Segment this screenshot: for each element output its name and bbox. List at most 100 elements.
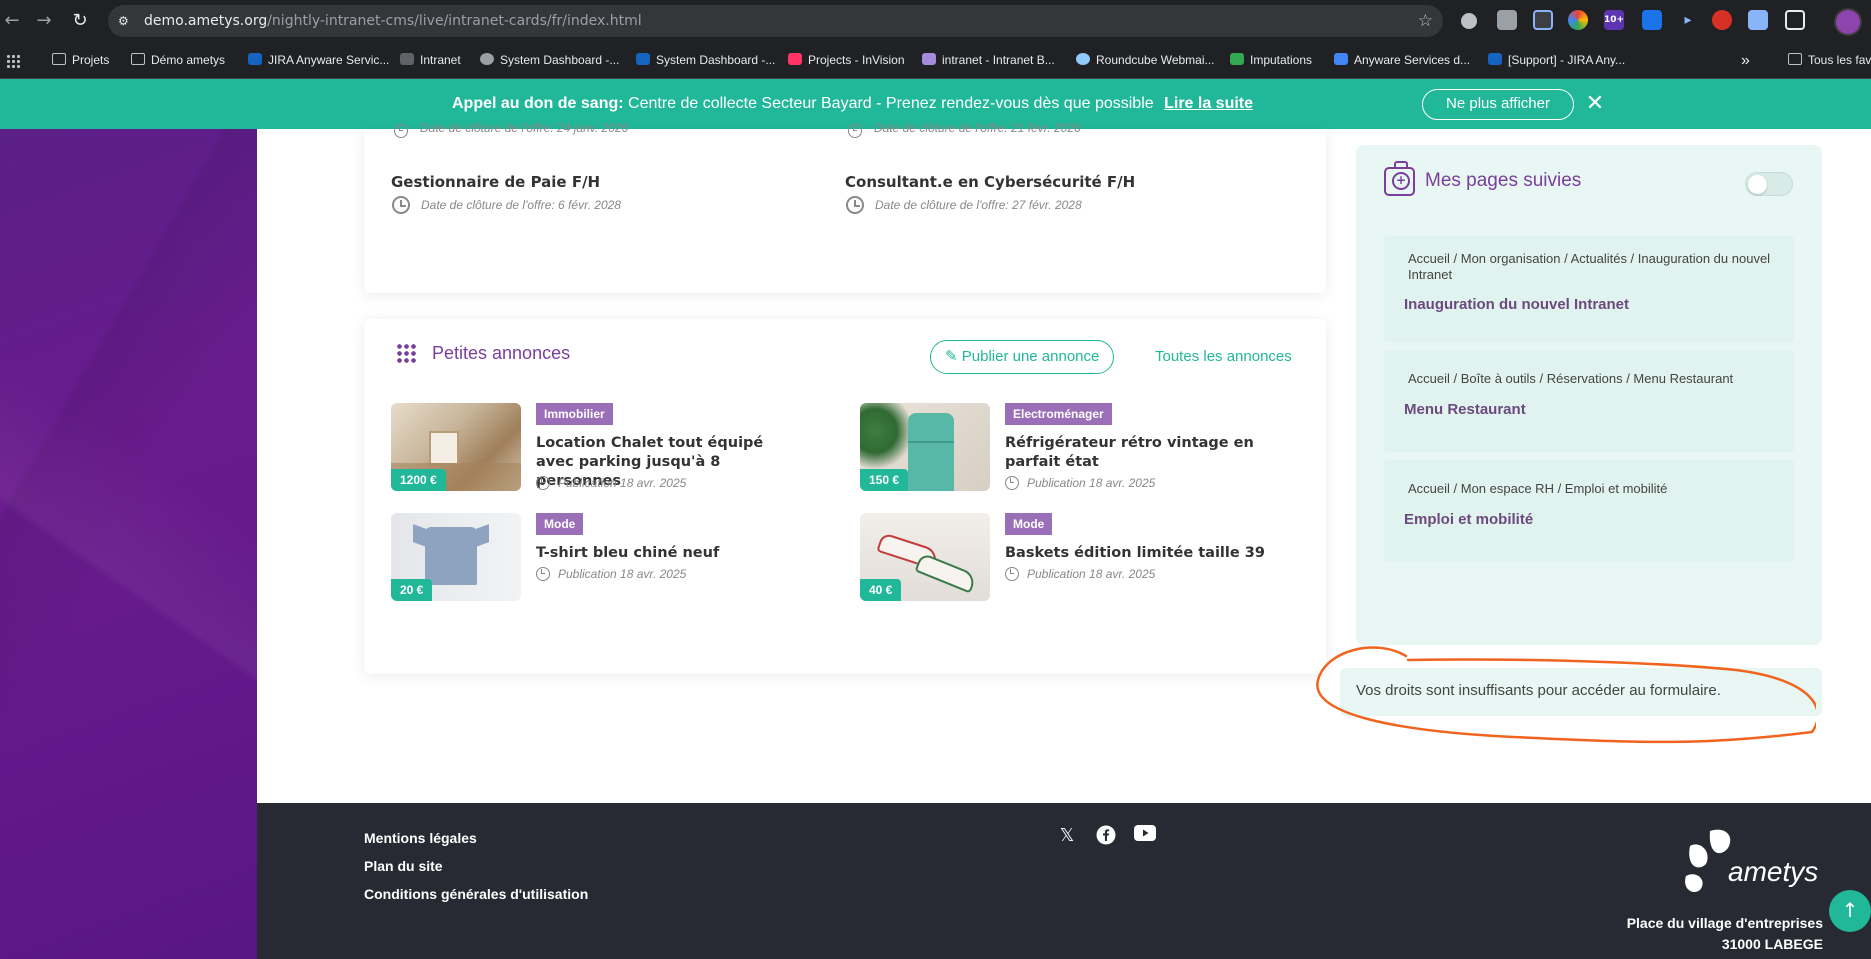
clock-icon	[536, 567, 550, 581]
ad-category-badge: Immobilier	[536, 403, 613, 425]
folder-icon	[52, 53, 66, 65]
bookmark-item[interactable]: Intranet	[400, 42, 461, 79]
red-extension-icon[interactable]	[1712, 10, 1732, 30]
bookmark-item[interactable]: Projets	[52, 42, 109, 79]
followed-page-item[interactable]: Accueil / Mon espace RH / Emploi et mobi…	[1384, 460, 1794, 562]
bookmark-star-icon[interactable]: ☆	[1418, 11, 1433, 31]
url-text: demo.ametys.org/nightly-intranet-cms/liv…	[144, 13, 642, 29]
ametys-logo[interactable]: ametys	[1680, 826, 1825, 898]
anyware-icon	[1334, 53, 1348, 65]
bookmark-other-folder[interactable]: Tous les fav	[1788, 42, 1871, 79]
clock-icon	[1005, 476, 1019, 490]
bookmark-item[interactable]: Démo ametys	[131, 42, 225, 79]
bookmarks-bar: Projets Démo ametys JIRA Anyware Servic.…	[0, 42, 1871, 79]
classified-ads-card: Petites annonces ✎ Publier une annonce T…	[364, 319, 1326, 674]
ad-publication-date: Publication 18 avr. 2025	[558, 476, 687, 490]
follow-toggle[interactable]	[1745, 172, 1793, 196]
followed-page-item[interactable]: Accueil / Boîte à outils / Réservations …	[1384, 350, 1794, 452]
ad-image[interactable]: 1200 €	[391, 403, 521, 491]
close-icon[interactable]: ✕	[1584, 91, 1606, 117]
followed-pages-icon	[1384, 161, 1415, 196]
bookmark-item[interactable]: JIRA Anyware Servic...	[248, 42, 389, 79]
dots-grid-icon	[396, 343, 418, 365]
clock-icon	[846, 196, 864, 214]
invision-icon	[788, 53, 802, 65]
browser-toolbar: ← → ↻ ⚙ demo.ametys.org/nightly-intranet…	[0, 0, 1871, 42]
bookmark-item[interactable]: Roundcube Webmai...	[1076, 42, 1215, 79]
job-offers-card: Date de clôture de l'offre: 24 janv. 202…	[364, 121, 1326, 293]
extension-icon[interactable]	[1461, 13, 1477, 29]
followed-page-title[interactable]: Menu Restaurant	[1404, 401, 1526, 418]
play-extension-icon[interactable]: ▸	[1678, 10, 1698, 30]
ad-price: 40 €	[860, 579, 902, 601]
followed-page-title[interactable]: Emploi et mobilité	[1404, 511, 1533, 528]
ad-title-link[interactable]: Baskets édition limitée taille 39	[1005, 544, 1295, 563]
ad-image[interactable]: 40 €	[860, 513, 990, 601]
bookmark-item[interactable]: Anyware Services d...	[1334, 42, 1470, 79]
sitemap-link[interactable]: Plan du site	[364, 858, 443, 874]
banner-read-more-link[interactable]: Lire la suite	[1164, 95, 1253, 112]
ad-title-link[interactable]: Réfrigérateur rétro vintage en parfait é…	[1005, 434, 1295, 472]
terms-link[interactable]: Conditions générales d'utilisation	[364, 886, 588, 902]
clock-icon	[1005, 567, 1019, 581]
ad-image[interactable]: 20 €	[391, 513, 521, 601]
jira-icon	[636, 53, 650, 65]
bookmark-item[interactable]: Imputations	[1230, 42, 1312, 79]
jira-icon	[248, 53, 262, 65]
x-twitter-icon[interactable]: 𝕏	[1056, 825, 1078, 847]
color-extension-icon[interactable]	[1568, 10, 1588, 30]
bookmark-item[interactable]: System Dashboard -...	[636, 42, 775, 79]
address-bar[interactable]: ⚙ demo.ametys.org/nightly-intranet-cms/l…	[108, 5, 1443, 37]
camera-extension-icon[interactable]	[1497, 10, 1517, 30]
puzzle-extensions-icon[interactable]	[1785, 10, 1805, 30]
legal-notice-link[interactable]: Mentions légales	[364, 830, 477, 846]
ad-publication-date: Publication 18 avr. 2025	[558, 567, 687, 581]
bookmark-item[interactable]: Projects - InVision	[788, 42, 905, 79]
ad-category-badge: Electroménager	[1005, 403, 1112, 425]
all-ads-link[interactable]: Toutes les annonces	[1155, 348, 1292, 365]
pencil-icon: ✎	[945, 348, 962, 365]
reload-icon[interactable]: ↻	[68, 9, 92, 33]
apps-grid-icon[interactable]	[6, 54, 20, 68]
followed-pages-panel: Mes pages suivies Accueil / Mon organisa…	[1356, 145, 1822, 645]
banner-dismiss-button[interactable]: Ne plus afficher	[1422, 89, 1574, 120]
back-icon[interactable]: ←	[0, 9, 24, 33]
ad-publication-date: Publication 18 avr. 2025	[1027, 476, 1156, 490]
folder-icon	[131, 53, 145, 65]
followed-page-title[interactable]: Inauguration du nouvel Intranet	[1404, 296, 1629, 313]
facebook-icon[interactable]	[1095, 825, 1117, 847]
job-title-link[interactable]: Gestionnaire de Paie F/H	[391, 173, 600, 191]
ad-publication-date: Publication 18 avr. 2025	[1027, 567, 1156, 581]
breadcrumb: Accueil / Mon espace RH / Emploi et mobi…	[1408, 481, 1668, 496]
clock-icon	[392, 196, 410, 214]
followed-page-item[interactable]: Accueil / Mon organisation / Actualités …	[1384, 236, 1794, 342]
bookmarks-overflow-button[interactable]: »	[1741, 42, 1750, 79]
ad-image[interactable]: 150 €	[860, 403, 990, 491]
breadcrumb: Accueil / Boîte à outils / Réservations …	[1408, 371, 1734, 386]
profile-avatar[interactable]	[1834, 8, 1862, 36]
bookmark-item[interactable]: [Support] - JIRA Any...	[1488, 42, 1625, 79]
ad-title-link[interactable]: T-shirt bleu chiné neuf	[536, 544, 796, 563]
ad-price: 1200 €	[391, 469, 446, 491]
forward-icon[interactable]: →	[32, 9, 56, 33]
bookmark-item[interactable]: System Dashboard -...	[480, 42, 619, 79]
youtube-icon[interactable]	[1134, 825, 1156, 847]
publish-ad-button[interactable]: ✎ Publier une annonce	[930, 340, 1115, 374]
job-title-link[interactable]: Consultant.e en Cybersécurité F/H	[845, 173, 1135, 191]
panel-title: Mes pages suivies	[1425, 170, 1582, 191]
scroll-to-top-button[interactable]: ↑	[1829, 890, 1871, 932]
check-icon	[1230, 53, 1244, 65]
site-info-icon[interactable]: ⚙	[118, 13, 134, 29]
screen-extension-icon[interactable]	[1642, 10, 1662, 30]
form-rights-message: Vos droits sont insuffisants pour accéde…	[1340, 668, 1822, 716]
clock-icon	[394, 124, 408, 138]
bookmark-item[interactable]: intranet - Intranet B...	[922, 42, 1055, 79]
jira-icon	[480, 53, 494, 65]
badge-extension-icon[interactable]: 10+	[1604, 10, 1624, 30]
pen-extension-icon[interactable]	[1533, 10, 1553, 30]
doc-extension-icon[interactable]	[1748, 10, 1768, 30]
address-line: 31000 LABEGE	[1721, 936, 1823, 952]
rights-message-text: Vos droits sont insuffisants pour accéde…	[1356, 682, 1721, 699]
clock-icon	[848, 124, 862, 138]
clock-icon	[536, 476, 550, 490]
